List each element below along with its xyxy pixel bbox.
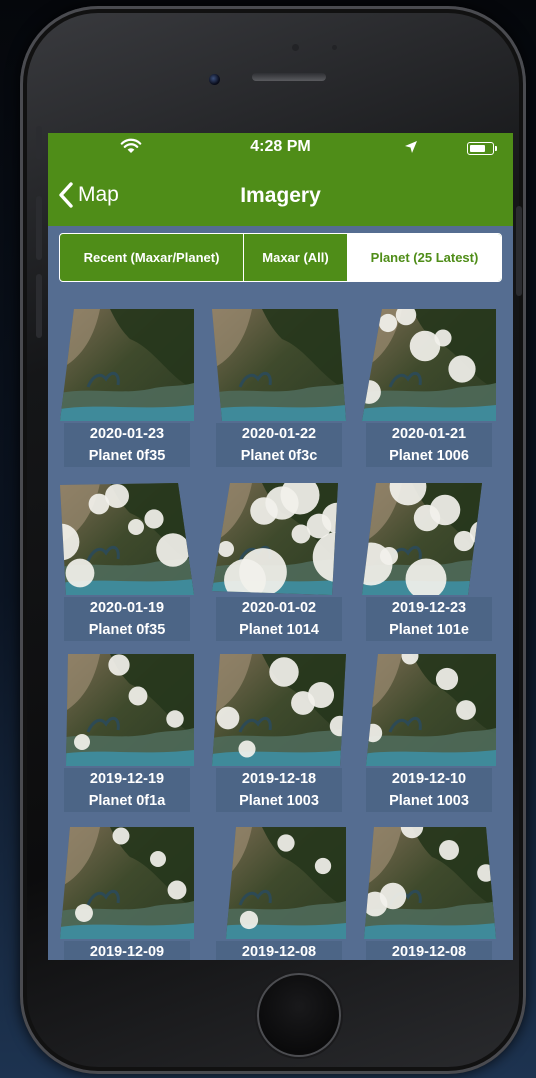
image-date: 2020-01-21 (366, 423, 492, 445)
image-date: 2020-01-22 (216, 423, 342, 445)
satellite-image-thumbnail (60, 483, 194, 607)
volume-up-button (36, 196, 42, 260)
satellite-image-thumbnail (212, 483, 346, 607)
image-date: 2020-01-19 (64, 597, 190, 619)
image-source: Planet 0f35 (64, 445, 190, 467)
battery-icon (467, 142, 497, 155)
image-source: Planet 1003 (216, 790, 342, 812)
satellite-image-thumbnail (212, 654, 346, 778)
satellite-image-thumbnail (362, 827, 496, 951)
imagery-thumbnail-card[interactable]: 2019-12-18 Planet 1003 (212, 654, 346, 812)
image-date: 2020-01-02 (216, 597, 342, 619)
image-source: Planet 1014 (216, 619, 342, 641)
back-button[interactable]: Map (58, 180, 119, 210)
satellite-image-thumbnail (60, 309, 194, 433)
image-source: Planet 1006 (366, 445, 492, 467)
satellite-image-thumbnail (60, 827, 194, 951)
imagery-thumbnail-card[interactable]: 2019-12-19 Planet 0f1a (60, 654, 194, 812)
image-source: Planet 0f3c (216, 445, 342, 467)
image-date: 2019-12-09 (64, 941, 190, 960)
satellite-image-thumbnail (212, 827, 346, 951)
navigation-bar: 4:28 PM Map Imagery (48, 133, 513, 226)
segment-planet[interactable]: Planet (25 Latest) (347, 234, 501, 281)
image-date: 2019-12-18 (216, 768, 342, 790)
satellite-image-thumbnail (60, 654, 194, 778)
satellite-image-thumbnail (362, 654, 496, 778)
mute-switch (36, 126, 42, 160)
location-arrow-icon (405, 141, 417, 153)
imagery-thumbnail-card[interactable]: 2020-01-21 Planet 1006 (362, 309, 496, 467)
imagery-thumbnail-card[interactable]: 2019-12-09 Planet 1003 (60, 827, 194, 960)
imagery-thumbnail-card[interactable]: 2019-12-23 Planet 101e (362, 483, 496, 641)
proximity-sensor (332, 45, 337, 50)
imagery-thumbnail-card[interactable]: 2020-01-19 Planet 0f35 (60, 483, 194, 641)
imagery-thumbnail-card[interactable]: 2020-01-02 Planet 1014 (212, 483, 346, 641)
image-source: Planet 101e (366, 619, 492, 641)
home-button[interactable] (257, 973, 341, 1057)
chevron-left-icon (59, 182, 73, 208)
back-button-label: Map (78, 183, 119, 206)
image-source: Planet 1003 (366, 790, 492, 812)
segment-recent[interactable]: Recent (Maxar/Planet) (60, 234, 243, 281)
status-time: 4:28 PM (250, 138, 311, 155)
image-date: 2019-12-23 (366, 597, 492, 619)
imagery-thumbnail-card[interactable]: 2019-12-08 Planet 1003 (212, 827, 346, 960)
volume-down-button (36, 274, 42, 338)
power-button (516, 206, 522, 296)
satellite-image-thumbnail (362, 483, 496, 607)
image-date: 2020-01-23 (64, 423, 190, 445)
image-date: 2019-12-08 (216, 941, 342, 960)
imagery-thumbnail-card[interactable]: 2020-01-22 Planet 0f3c (212, 309, 346, 467)
front-sensor (292, 44, 299, 51)
imagery-thumbnail-card[interactable]: 2019-12-10 Planet 1003 (362, 654, 496, 812)
segment-maxar[interactable]: Maxar (All) (243, 234, 347, 281)
app-screen: 4:28 PM Map Imagery Recent (Maxar/Planet… (48, 133, 513, 960)
status-bar: 4:28 PM (48, 133, 513, 167)
front-camera (209, 74, 220, 85)
satellite-image-thumbnail (212, 309, 346, 433)
image-date: 2019-12-19 (64, 768, 190, 790)
source-segmented-control: Recent (Maxar/Planet) Maxar (All) Planet… (59, 233, 502, 282)
image-date: 2019-12-10 (366, 768, 492, 790)
image-date: 2019-12-08 (366, 941, 492, 960)
imagery-thumbnail-card[interactable]: 2020-01-23 Planet 0f35 (60, 309, 194, 467)
image-source: Planet 0f1a (64, 790, 190, 812)
earpiece-speaker (252, 73, 326, 81)
imagery-thumbnail-card[interactable]: 2019-12-08 Planet 1003 (362, 827, 496, 960)
satellite-image-thumbnail (362, 309, 496, 433)
image-source: Planet 0f35 (64, 619, 190, 641)
